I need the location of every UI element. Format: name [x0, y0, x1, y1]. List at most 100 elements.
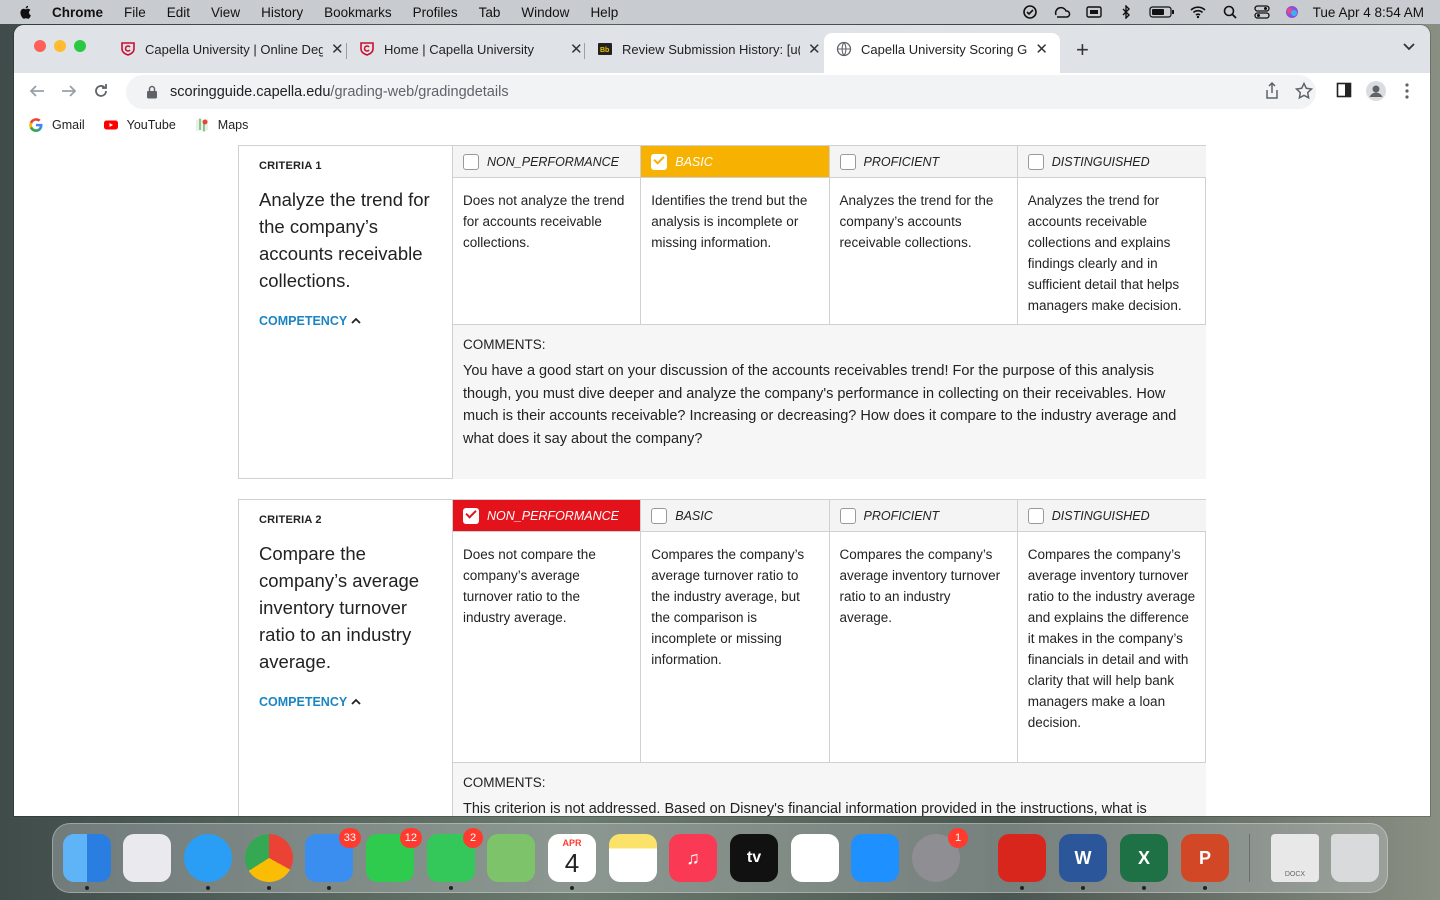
siri-icon[interactable] [1285, 5, 1299, 19]
dock-launchpad[interactable] [123, 834, 171, 882]
menu-file[interactable]: File [124, 5, 146, 20]
browser-tab-capella-home[interactable]: Home | Capella University ✕ [347, 33, 595, 65]
close-window-button[interactable] [34, 40, 46, 52]
dock-tv[interactable]: tv [730, 834, 778, 882]
level-non-performance[interactable]: NON_PERFORMANCE Does not analyze the tre… [453, 146, 642, 325]
level-header-selected[interactable]: BASIC [641, 146, 829, 178]
wifi-icon[interactable] [1189, 5, 1207, 19]
level-proficient[interactable]: PROFICIENT Compares the company’s averag… [829, 500, 1018, 763]
share-icon[interactable] [1264, 82, 1280, 100]
level-header[interactable]: PROFICIENT [829, 146, 1017, 178]
bookmark-gmail[interactable]: Gmail [28, 117, 85, 133]
dock-acrobat[interactable] [998, 834, 1046, 890]
level-checkbox[interactable] [1027, 153, 1044, 170]
tab-title: Capella University | Online Degr [145, 41, 323, 57]
criteria-label: CRITERIA 1 [259, 160, 322, 172]
dock-app-store[interactable] [851, 834, 899, 882]
lock-icon[interactable] [146, 85, 158, 99]
dock-news[interactable] [791, 834, 839, 882]
profile-avatar-icon[interactable] [1366, 81, 1386, 101]
dock-facetime[interactable]: 12 [366, 828, 422, 882]
level-header[interactable]: PROFICIENT [829, 500, 1017, 532]
bookmark-maps[interactable]: Maps [194, 117, 248, 133]
dock-chrome[interactable] [245, 834, 293, 890]
level-distinguished[interactable]: DISTINGUISHED Compares the company’s ave… [1017, 500, 1206, 763]
url-text[interactable]: scoringguide.capella.edu/grading-web/gra… [170, 84, 509, 100]
dock-finder[interactable] [63, 834, 111, 890]
kebab-menu-icon[interactable] [1404, 82, 1410, 100]
level-non-performance[interactable]: NON_PERFORMANCE Does not compare the com… [453, 500, 642, 763]
address-bar[interactable]: scoringguide.capella.edu/grading-web/gra… [126, 75, 1316, 109]
dock-notes[interactable] [609, 834, 657, 882]
bluetooth-icon[interactable] [1117, 5, 1135, 19]
dock-word[interactable]: W [1059, 834, 1107, 890]
bookmark-star-icon[interactable] [1295, 82, 1313, 100]
browser-tab-review-submission[interactable]: Bb Review Submission History: [u( ✕ [585, 33, 833, 65]
dock-docx-file[interactable]: DOCX [1271, 834, 1319, 882]
dock-trash[interactable] [1331, 834, 1379, 882]
zoom-window-button[interactable] [74, 40, 86, 52]
dock-calendar[interactable]: APR 4 [548, 834, 596, 890]
menu-help[interactable]: Help [590, 5, 618, 20]
level-checkbox[interactable] [839, 507, 856, 524]
dock-system-preferences[interactable]: 1 [912, 828, 968, 882]
level-distinguished[interactable]: DISTINGUISHED Analyzes the trend for acc… [1017, 146, 1206, 325]
level-checkbox[interactable] [1027, 507, 1044, 524]
dock-excel[interactable]: X [1120, 834, 1168, 890]
level-name: NON_PERFORMANCE [487, 508, 619, 523]
browser-tab-capella-online[interactable]: Capella University | Online Degr ✕ [108, 33, 356, 65]
battery-icon[interactable] [1149, 5, 1175, 19]
close-tab-icon[interactable]: ✕ [1035, 40, 1048, 58]
menu-edit[interactable]: Edit [167, 5, 190, 20]
menu-history[interactable]: History [261, 5, 303, 20]
browser-tab-scoring-guide[interactable]: Capella University Scoring Guid ✕ [824, 33, 1060, 73]
close-tab-icon[interactable]: ✕ [808, 40, 821, 58]
menubar-clock[interactable]: Tue Apr 4 8:54 AM [1313, 5, 1424, 20]
level-basic[interactable]: BASIC Identifies the trend but the analy… [641, 146, 830, 325]
sync-status-icon[interactable] [1053, 5, 1071, 19]
dock-mail[interactable]: 33 [305, 828, 361, 890]
menu-window[interactable]: Window [521, 5, 569, 20]
level-header[interactable]: DISTINGUISHED [1017, 500, 1206, 532]
level-header[interactable]: NON_PERFORMANCE [453, 146, 641, 178]
new-tab-button[interactable]: + [1076, 37, 1089, 63]
level-checkbox[interactable] [463, 153, 479, 170]
minimize-window-button[interactable] [54, 40, 66, 52]
competency-toggle[interactable]: COMPETENCY [259, 695, 432, 709]
level-checkbox-checked[interactable] [651, 152, 668, 170]
menu-app-name[interactable]: Chrome [52, 5, 103, 20]
menu-tab[interactable]: Tab [479, 5, 501, 20]
forward-arrow-icon[interactable] [60, 82, 78, 100]
close-tab-icon[interactable]: ✕ [570, 40, 583, 58]
level-basic[interactable]: BASIC Compares the company’s average tur… [641, 500, 830, 763]
level-header-selected[interactable]: NON_PERFORMANCE [453, 500, 641, 532]
dock-safari[interactable] [184, 834, 232, 890]
menu-profiles[interactable]: Profiles [413, 5, 458, 20]
creative-cloud-icon[interactable] [1021, 5, 1039, 19]
side-panel-icon[interactable] [1336, 82, 1352, 98]
level-header[interactable]: DISTINGUISHED [1017, 146, 1206, 178]
level-checkbox[interactable] [651, 507, 668, 524]
bookmark-youtube[interactable]: YouTube [103, 117, 176, 133]
display-icon[interactable] [1085, 5, 1103, 19]
reload-icon[interactable] [92, 82, 110, 100]
dock-powerpoint[interactable]: P [1181, 834, 1229, 890]
criteria-card: CRITERIA 1 Analyze the trend for the com… [238, 145, 1206, 479]
dock-music[interactable]: ♫ [669, 834, 717, 882]
level-checkbox-checked[interactable] [463, 506, 479, 524]
dock-maps[interactable] [487, 834, 535, 882]
level-checkbox[interactable] [839, 153, 856, 170]
control-center-icon[interactable] [1253, 5, 1271, 19]
dock-messages[interactable]: 2 [427, 828, 483, 890]
spotlight-search-icon[interactable] [1221, 5, 1239, 19]
menu-view[interactable]: View [211, 5, 240, 20]
close-tab-icon[interactable]: ✕ [331, 40, 344, 58]
tab-search-chevron-icon[interactable] [1402, 39, 1416, 53]
level-proficient[interactable]: PROFICIENT Analyzes the trend for the co… [829, 146, 1018, 325]
apple-icon[interactable] [18, 4, 34, 20]
bookmark-label: YouTube [126, 117, 176, 132]
competency-toggle[interactable]: COMPETENCY [259, 314, 432, 328]
level-header[interactable]: BASIC [641, 500, 829, 532]
back-arrow-icon[interactable] [28, 82, 46, 100]
menu-bookmarks[interactable]: Bookmarks [324, 5, 392, 20]
